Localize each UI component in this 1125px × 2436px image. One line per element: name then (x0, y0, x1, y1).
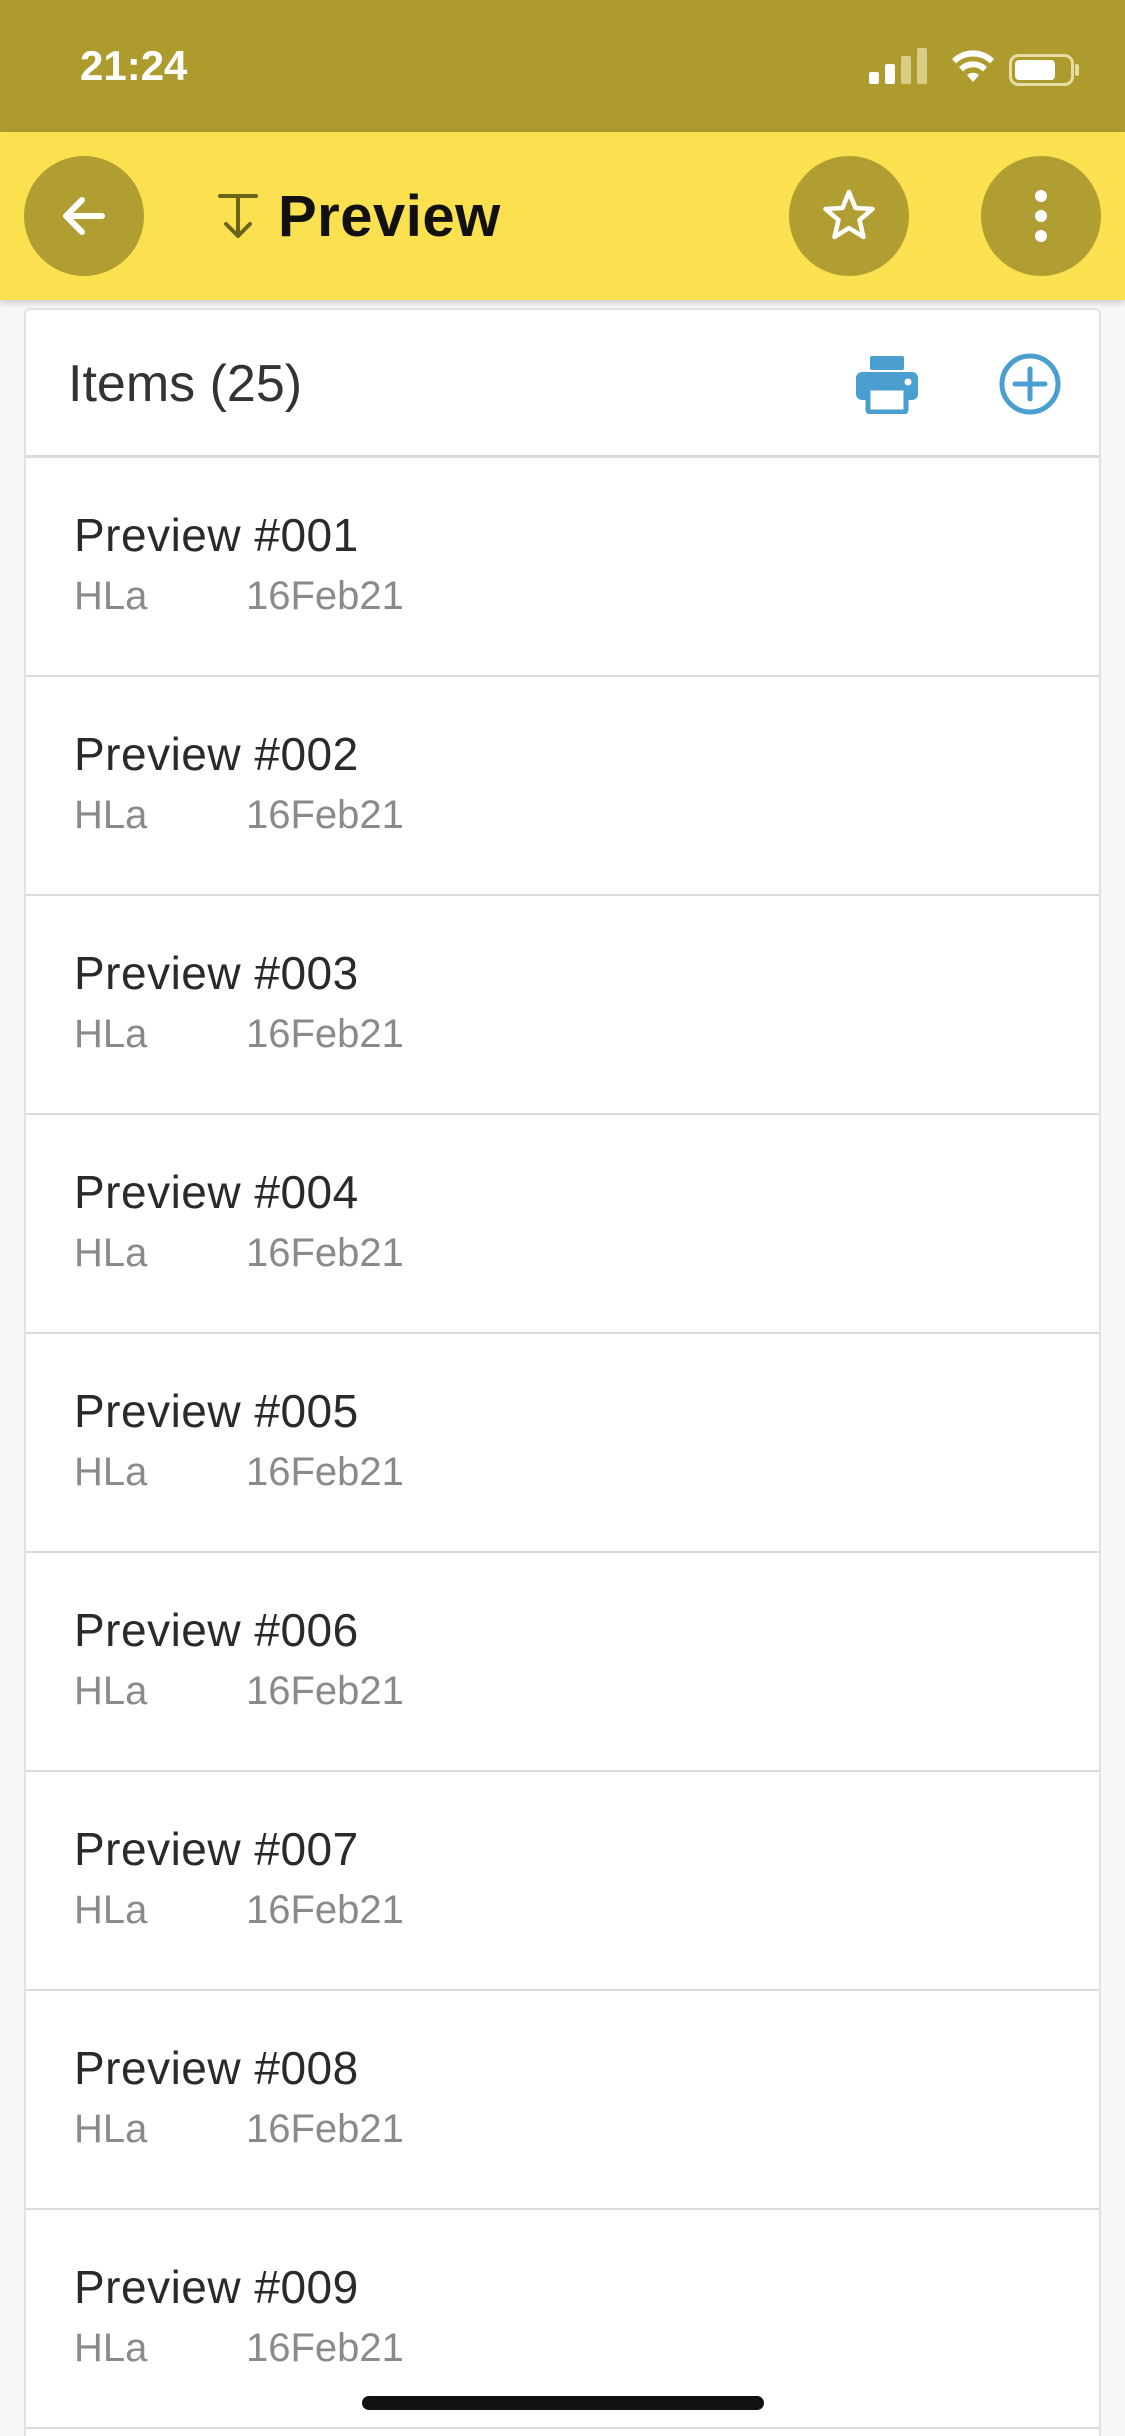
item-date: 16Feb21 (246, 574, 404, 618)
back-button[interactable] (24, 156, 144, 276)
item-title: Preview #001 (74, 509, 359, 561)
arrow-left-icon (63, 197, 105, 235)
item-title: Preview #005 (74, 1385, 359, 1437)
item-date: 16Feb21 (246, 1012, 404, 1056)
status-time: 21:24 (80, 42, 188, 89)
printer-icon[interactable] (854, 354, 920, 414)
item-author: HLa (74, 1012, 148, 1056)
add-circle-icon[interactable] (998, 352, 1062, 416)
favorite-button[interactable] (789, 156, 909, 276)
items-header: Items (25) (26, 310, 1099, 458)
item-author: HLa (74, 2107, 148, 2151)
item-date: 16Feb21 (246, 1669, 404, 1713)
home-indicator[interactable] (362, 2396, 764, 2410)
list-item[interactable]: Preview #002 HLa 16Feb21 (26, 677, 1099, 896)
item-author: HLa (74, 574, 148, 618)
item-date: 16Feb21 (246, 1888, 404, 1932)
list-item[interactable]: Preview #007 HLa 16Feb21 (26, 1772, 1099, 1991)
items-card: Items (25) Preview #001 HLa 16Feb21 Prev… (24, 308, 1101, 2436)
item-title: Preview #006 (74, 1604, 359, 1656)
item-author: HLa (74, 1888, 148, 1932)
item-title: Preview #007 (74, 1823, 359, 1875)
sort-down-icon (218, 194, 258, 238)
list-item[interactable]: Preview #008 HLa 16Feb21 (26, 1991, 1099, 2210)
item-title: Preview #002 (74, 728, 359, 780)
list-item[interactable]: Preview #004 HLa 16Feb21 (26, 1115, 1099, 1334)
list-item[interactable]: Preview #006 HLa 16Feb21 (26, 1553, 1099, 1772)
battery-icon (1009, 54, 1079, 86)
list-item[interactable]: Preview #003 HLa 16Feb21 (26, 896, 1099, 1115)
list-item[interactable]: Preview #005 HLa 16Feb21 (26, 1334, 1099, 1553)
item-title: Preview #004 (74, 1166, 359, 1218)
items-header-title: Items (25) (68, 355, 303, 413)
item-title: Preview #009 (74, 2261, 359, 2313)
wifi-icon (952, 50, 994, 82)
item-author: HLa (74, 1669, 148, 1713)
signal-icon (869, 48, 927, 84)
star-outline-icon (823, 189, 875, 240)
item-author: HLa (74, 1450, 148, 1494)
more-vertical-icon (1035, 190, 1047, 242)
item-author: HLa (74, 1231, 148, 1275)
item-author: HLa (74, 2326, 148, 2370)
status-bar: 21:24 (0, 0, 1125, 132)
list-item[interactable]: Preview #001 HLa 16Feb21 (26, 458, 1099, 677)
page-title-group: Preview (216, 178, 501, 254)
item-date: 16Feb21 (246, 1450, 404, 1494)
item-author: HLa (74, 793, 148, 837)
item-date: 16Feb21 (246, 1231, 404, 1275)
item-date: 16Feb21 (246, 793, 404, 837)
item-date: 16Feb21 (246, 2326, 404, 2370)
item-title: Preview #003 (74, 947, 359, 999)
item-date: 16Feb21 (246, 2107, 404, 2151)
item-title: Preview #008 (74, 2042, 359, 2094)
more-options-button[interactable] (981, 156, 1101, 276)
app-bar: Preview (0, 132, 1125, 300)
page-title: Preview (278, 183, 501, 249)
